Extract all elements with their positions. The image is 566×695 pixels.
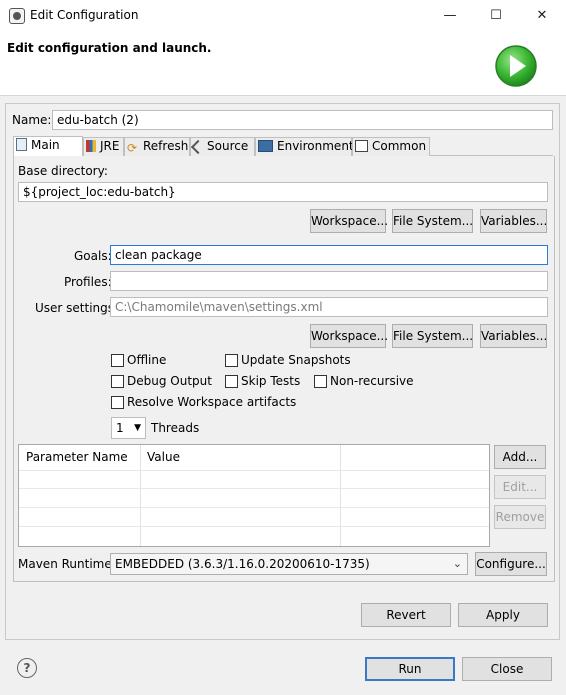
maven-runtime-label: Maven Runtime: bbox=[18, 557, 116, 571]
threads-spinner[interactable]: 1 ▼ bbox=[111, 417, 146, 439]
update-snapshots-checkbox[interactable] bbox=[225, 354, 238, 367]
profiles-label: Profiles: bbox=[64, 275, 112, 289]
maven-runtime-select[interactable]: EMBEDDED (3.6.3/1.16.0.20200610-1735) ⌄ bbox=[110, 553, 468, 575]
eclipse-app-icon bbox=[9, 8, 25, 24]
minimize-button[interactable]: — bbox=[427, 0, 473, 31]
refresh-icon: ⟳ bbox=[127, 141, 138, 155]
tab-common-label: Common bbox=[372, 139, 427, 153]
environment-icon bbox=[258, 140, 273, 152]
remove-parameter-button[interactable]: Remove bbox=[494, 505, 546, 529]
threads-value: 1 bbox=[116, 421, 124, 435]
page-icon bbox=[16, 138, 27, 151]
tab-source-label: Source bbox=[207, 139, 249, 153]
base-directory-input[interactable]: ${project_loc:edu-batch} bbox=[18, 182, 548, 202]
close-button[interactable]: Close bbox=[462, 657, 552, 681]
goals-input[interactable]: clean package bbox=[110, 245, 548, 265]
resolve-workspace-label: Resolve Workspace artifacts bbox=[127, 395, 297, 409]
resolve-workspace-checkbox[interactable] bbox=[111, 396, 124, 409]
column-divider bbox=[340, 445, 341, 546]
chevron-down-icon: ▼ bbox=[134, 423, 141, 433]
books-icon bbox=[86, 140, 96, 152]
maximize-button[interactable]: ☐ bbox=[473, 0, 519, 31]
tab-common[interactable]: Common bbox=[352, 137, 430, 156]
row-divider bbox=[19, 526, 489, 527]
apply-button[interactable]: Apply bbox=[458, 603, 548, 627]
revert-button[interactable]: Revert bbox=[361, 603, 451, 627]
tab-source[interactable]: Source bbox=[190, 137, 255, 156]
row-divider bbox=[19, 507, 489, 508]
run-launch-icon bbox=[495, 45, 537, 87]
offline-label: Offline bbox=[127, 353, 167, 367]
update-snapshots-label: Update Snapshots bbox=[241, 353, 351, 367]
base-workspace-button[interactable]: Workspace... bbox=[310, 209, 388, 233]
goals-label: Goals: bbox=[74, 249, 112, 263]
debug-output-checkbox[interactable] bbox=[111, 375, 124, 388]
column-header-value[interactable]: Value bbox=[140, 445, 340, 470]
maven-runtime-value: EMBEDDED (3.6.3/1.16.0.20200610-1735) bbox=[115, 557, 370, 571]
row-divider bbox=[19, 488, 489, 489]
debug-output-label: Debug Output bbox=[127, 374, 212, 388]
settings-workspace-button[interactable]: Workspace... bbox=[310, 324, 388, 348]
offline-checkbox[interactable] bbox=[111, 354, 124, 367]
banner-title: Edit configuration and launch. bbox=[7, 41, 212, 55]
skip-tests-label: Skip Tests bbox=[241, 374, 301, 388]
source-icon bbox=[190, 139, 206, 155]
chevron-down-icon: ⌄ bbox=[452, 557, 462, 570]
edit-parameter-button[interactable]: Edit... bbox=[494, 475, 546, 499]
skip-tests-checkbox[interactable] bbox=[225, 375, 238, 388]
non-recursive-checkbox[interactable] bbox=[314, 375, 327, 388]
tab-jre[interactable]: JRE bbox=[83, 137, 124, 156]
tab-main[interactable]: Main bbox=[13, 136, 83, 156]
run-button[interactable]: Run bbox=[365, 657, 455, 681]
tab-environment[interactable]: Environment bbox=[255, 137, 354, 156]
base-directory-label: Base directory: bbox=[18, 164, 108, 178]
non-recursive-label: Non-recursive bbox=[330, 374, 414, 388]
parameters-table[interactable]: Parameter Name Value bbox=[18, 444, 490, 547]
tab-refresh[interactable]: ⟳ Refresh bbox=[124, 137, 190, 156]
settings-filesystem-button[interactable]: File System... bbox=[392, 324, 473, 348]
settings-variables-button[interactable]: Variables... bbox=[480, 324, 547, 348]
user-settings-label: User settings: bbox=[35, 301, 119, 315]
close-window-button[interactable]: ✕ bbox=[519, 0, 565, 31]
name-input[interactable]: edu-batch (2) bbox=[52, 110, 553, 130]
common-icon bbox=[355, 140, 368, 152]
add-parameter-button[interactable]: Add... bbox=[494, 445, 546, 469]
threads-label: Threads bbox=[151, 421, 200, 435]
base-variables-button[interactable]: Variables... bbox=[480, 209, 547, 233]
profiles-input[interactable] bbox=[110, 271, 548, 291]
tab-refresh-label: Refresh bbox=[143, 139, 189, 153]
base-filesystem-button[interactable]: File System... bbox=[392, 209, 473, 233]
user-settings-input[interactable]: C:\Chamomile\maven\settings.xml bbox=[110, 297, 548, 317]
window-title: Edit Configuration bbox=[30, 8, 139, 22]
name-label: Name: bbox=[12, 113, 52, 127]
configure-runtime-button[interactable]: Configure... bbox=[475, 552, 547, 576]
column-header-parameter-name[interactable]: Parameter Name bbox=[19, 445, 140, 470]
column-divider bbox=[140, 445, 141, 546]
help-icon[interactable]: ? bbox=[17, 658, 37, 678]
tab-environment-label: Environment bbox=[277, 139, 354, 153]
tab-main-label: Main bbox=[31, 138, 60, 152]
row-divider bbox=[19, 470, 489, 471]
tab-jre-label: JRE bbox=[100, 139, 120, 153]
